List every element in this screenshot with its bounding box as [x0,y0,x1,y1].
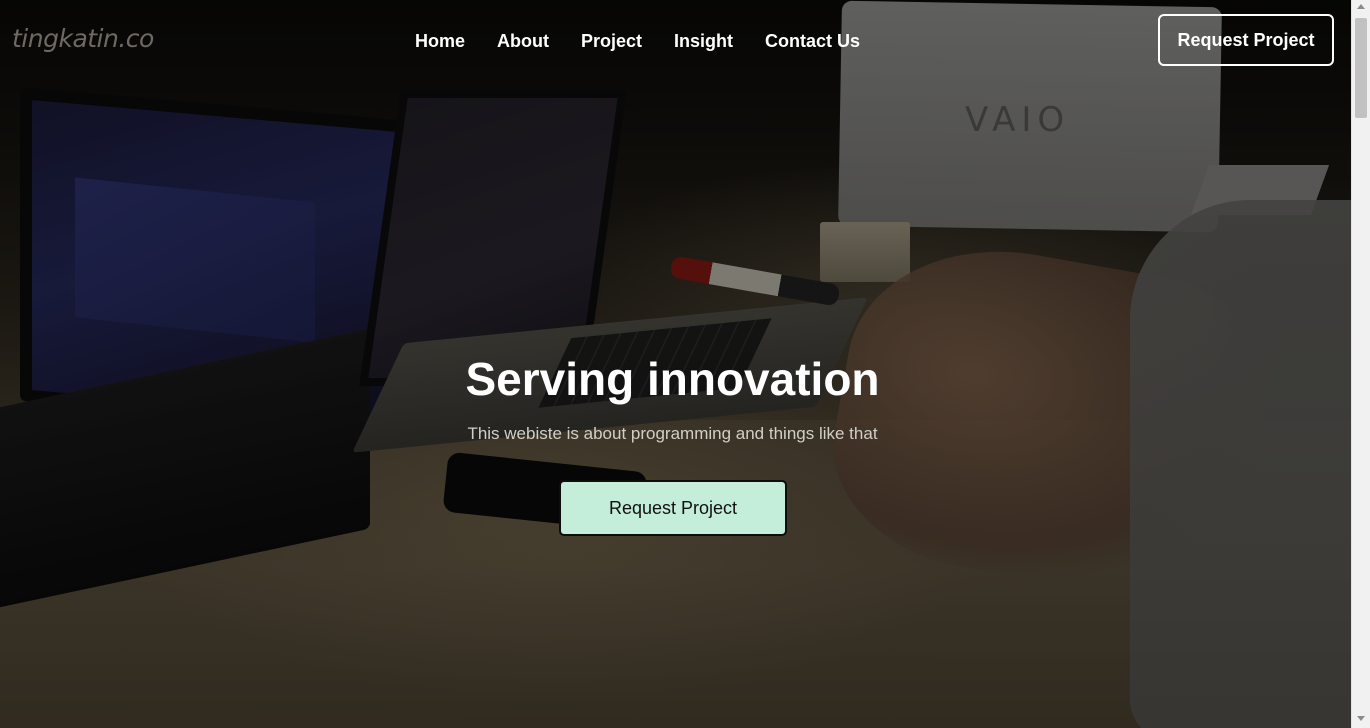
brand-logo[interactable]: tingkatin.co [12,24,154,53]
scrollbar-thumb[interactable] [1355,18,1367,118]
page-scrollbar[interactable] [1351,0,1370,728]
nav-link-project[interactable]: Project [565,28,658,54]
nav-link-contact-us[interactable]: Contact Us [749,28,876,54]
page: VAIO tingkatin.co Home About Project Ins… [0,0,1370,728]
nav-link-about[interactable]: About [481,28,565,54]
nav-link-home[interactable]: Home [399,28,481,54]
hero-subtitle: This webiste is about programming and th… [467,424,878,443]
scroll-up-arrow-icon[interactable] [1357,4,1365,9]
scroll-down-arrow-icon[interactable] [1357,716,1365,721]
main-nav: Home About Project Insight Contact Us [399,28,876,54]
hero-request-project-button[interactable]: Request Project [559,480,787,536]
hero-title: Serving innovation [465,353,880,405]
nav-request-project-button[interactable]: Request Project [1158,14,1334,66]
nav-link-insight[interactable]: Insight [658,28,749,54]
